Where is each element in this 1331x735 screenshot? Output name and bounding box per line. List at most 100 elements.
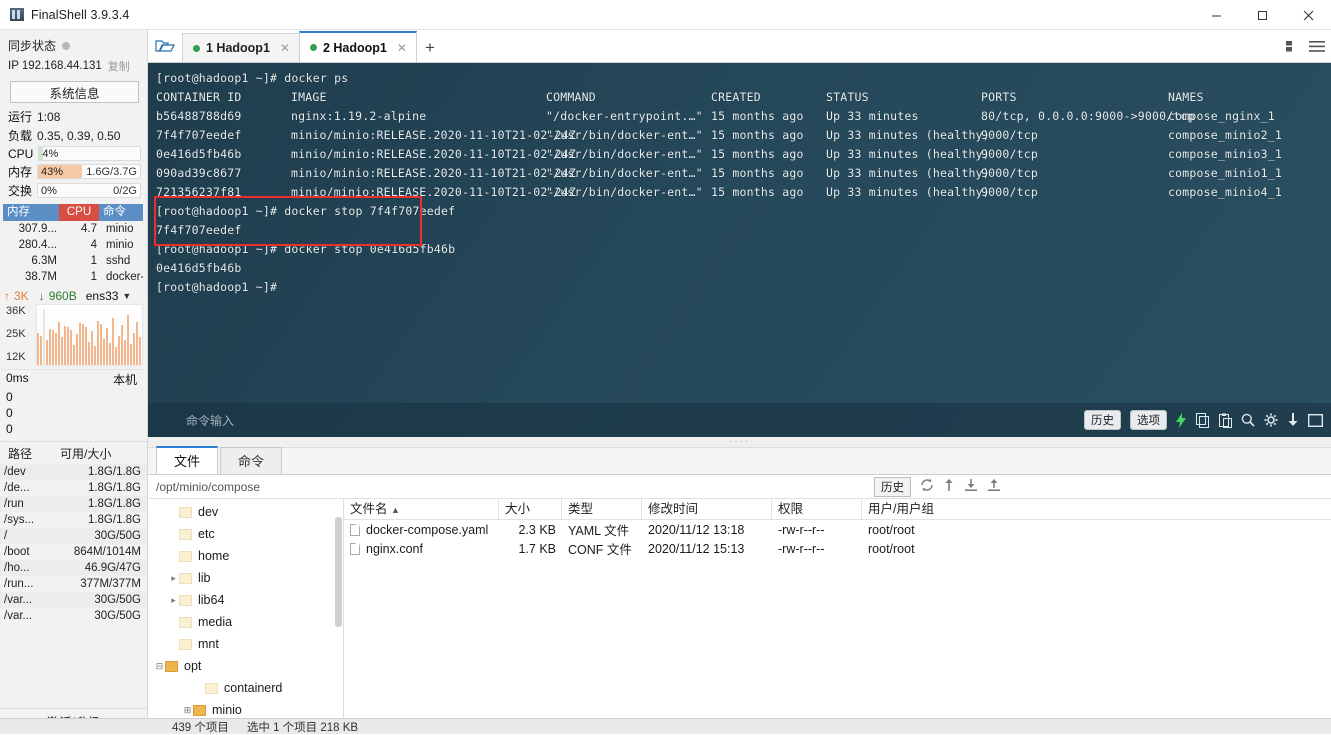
disk-row[interactable]: /var... 30G/50G	[0, 592, 147, 608]
process-command: minio	[102, 221, 143, 237]
copy-icon[interactable]	[1196, 413, 1210, 428]
process-row[interactable]: 38.7M 1 docker-c	[3, 269, 143, 285]
folder-open-icon[interactable]	[148, 29, 182, 62]
directory-tree[interactable]: dev etc home ▸ lib	[148, 499, 344, 734]
tree-expander-icon[interactable]: ▸	[168, 595, 179, 606]
latency-sub-value: 0	[6, 390, 13, 404]
session-tab-2[interactable]: 2 Hadoop1 ✕	[299, 31, 417, 62]
upload-icon[interactable]	[987, 478, 1001, 495]
tab-commands[interactable]: 命令	[220, 447, 282, 474]
tree-node-media[interactable]: media	[148, 611, 343, 633]
disk-row[interactable]: /de... 1.8G/1.8G	[0, 480, 147, 496]
session-tab-2-close-icon[interactable]: ✕	[397, 41, 407, 55]
tree-node-home[interactable]: home	[148, 545, 343, 567]
hamburger-menu-icon[interactable]	[1309, 40, 1325, 56]
disk-row[interactable]: /ho... 46.9G/47G	[0, 560, 147, 576]
file-history-button[interactable]: 历史	[874, 477, 911, 497]
upload-arrow-icon[interactable]	[943, 478, 955, 495]
tree-node-opt[interactable]: ⊟ opt	[148, 655, 343, 677]
tab-files[interactable]: 文件	[156, 446, 218, 474]
lightning-icon[interactable]	[1176, 413, 1187, 428]
download-icon[interactable]	[1287, 413, 1299, 428]
command-input[interactable]: 命令输入	[156, 412, 234, 429]
tree-node-lib64[interactable]: ▸ lib64	[148, 589, 343, 611]
tree-node-label: home	[198, 549, 229, 563]
tree-expander-icon[interactable]: ⊞	[182, 705, 193, 716]
tree-expander-icon[interactable]: ▸	[168, 573, 179, 584]
uptime-label: 运行	[8, 108, 32, 125]
maximize-button[interactable]	[1239, 0, 1285, 30]
session-tab-1-close-icon[interactable]: ✕	[280, 41, 290, 55]
search-icon[interactable]	[1241, 413, 1255, 427]
ps-header-names: NAMES	[1168, 88, 1204, 107]
system-info-button[interactable]: 系统信息	[10, 81, 139, 103]
file-name: docker-compose.yaml	[366, 523, 488, 537]
terminal-output[interactable]: [root@hadoop1 ~]# docker ps CONTAINER ID…	[148, 63, 1331, 437]
file-permission: -rw-r--r--	[772, 542, 862, 556]
latency-location: 本机	[113, 371, 137, 388]
gear-icon[interactable]	[1264, 413, 1278, 427]
network-upload-icon: ↑	[4, 289, 10, 303]
ps-image: nginx:1.19.2-alpine	[291, 107, 546, 126]
process-row[interactable]: 280.4... 4 minio	[3, 237, 143, 253]
ps-command: "/usr/bin/docker-ent…"	[546, 145, 711, 164]
tab-status-dot-icon	[193, 45, 200, 52]
disk-row[interactable]: /run... 377M/377M	[0, 576, 147, 592]
file-col-owner[interactable]: 用户/用户组	[862, 499, 962, 519]
tree-expander-icon[interactable]: ⊟	[154, 661, 165, 672]
disk-row[interactable]: /sys... 1.8G/1.8G	[0, 512, 147, 528]
tree-node-etc[interactable]: etc	[148, 523, 343, 545]
disk-row[interactable]: /run 1.8G/1.8G	[0, 496, 147, 512]
close-button[interactable]	[1285, 0, 1331, 30]
network-axis: 36K 25K 12K	[2, 304, 36, 366]
file-row[interactable]: docker-compose.yaml 2.3 KB YAML 文件 2020/…	[344, 520, 1331, 539]
copy-ip-button[interactable]: 复制	[108, 58, 130, 74]
tree-scrollbar[interactable]	[335, 517, 342, 627]
tree-node-dev[interactable]: dev	[148, 501, 343, 523]
file-col-modified[interactable]: 修改时间	[642, 499, 772, 519]
file-name: nginx.conf	[366, 542, 423, 556]
horizontal-splitter[interactable]: ····	[148, 437, 1331, 448]
disk-row[interactable]: /dev 1.8G/1.8G	[0, 464, 147, 480]
file-row[interactable]: nginx.conf 1.7 KB CONF 文件 2020/11/12 15:…	[344, 539, 1331, 558]
new-tab-button[interactable]: +	[416, 33, 444, 62]
window-icon[interactable]	[1308, 414, 1323, 427]
ps-container-id: 0e416d5fb46b	[156, 145, 291, 164]
refresh-icon[interactable]	[920, 478, 934, 495]
terminal-history-button[interactable]: 历史	[1084, 410, 1121, 430]
file-col-type[interactable]: 类型	[562, 499, 642, 519]
tree-node-mnt[interactable]: mnt	[148, 633, 343, 655]
load-label: 负载	[8, 127, 32, 144]
network-bar	[124, 340, 126, 365]
process-col-command[interactable]: 命令	[99, 204, 143, 221]
paste-icon[interactable]	[1219, 413, 1232, 428]
disk-row[interactable]: /boot 864M/1014M	[0, 544, 147, 560]
disk-size: 377M/377M	[56, 576, 147, 592]
tree-node-lib[interactable]: ▸ lib	[148, 567, 343, 589]
terminal-options-button[interactable]: 选项	[1130, 410, 1167, 430]
process-col-cpu[interactable]: CPU	[59, 204, 99, 221]
process-memory: 280.4...	[6, 237, 62, 253]
tree-node-containerd[interactable]: containerd	[148, 677, 343, 699]
disk-col-path[interactable]: 路径	[4, 445, 60, 462]
disk-row[interactable]: / 30G/50G	[0, 528, 147, 544]
file-col-size[interactable]: 大小	[499, 499, 562, 519]
file-path-bar[interactable]: /opt/minio/compose 历史	[148, 475, 1331, 499]
process-col-memory[interactable]: 内存	[3, 204, 59, 221]
cpu-meter: 4%	[38, 146, 141, 161]
disk-row[interactable]: /var... 30G/50G	[0, 608, 147, 624]
ps-image: minio/minio:RELEASE.2020-11-10T21-02-24Z	[291, 183, 546, 202]
disk-col-size[interactable]: 可用/大小	[60, 445, 143, 462]
network-bar	[97, 321, 99, 365]
minimize-button[interactable]	[1193, 0, 1239, 30]
file-col-name[interactable]: 文件名 ▲	[344, 499, 499, 519]
grid-icon[interactable]	[1286, 40, 1301, 56]
process-memory: 307.9...	[6, 221, 62, 237]
terminal-command-line: [root@hadoop1 ~]# docker ps	[156, 69, 1331, 88]
file-col-permission[interactable]: 权限	[772, 499, 862, 519]
process-row[interactable]: 307.9... 4.7 minio	[3, 221, 143, 237]
session-tab-1[interactable]: 1 Hadoop1 ✕	[182, 33, 300, 62]
process-row[interactable]: 6.3M 1 sshd	[3, 253, 143, 269]
chevron-down-icon[interactable]: ▼	[122, 291, 131, 301]
download-icon[interactable]	[964, 478, 978, 495]
